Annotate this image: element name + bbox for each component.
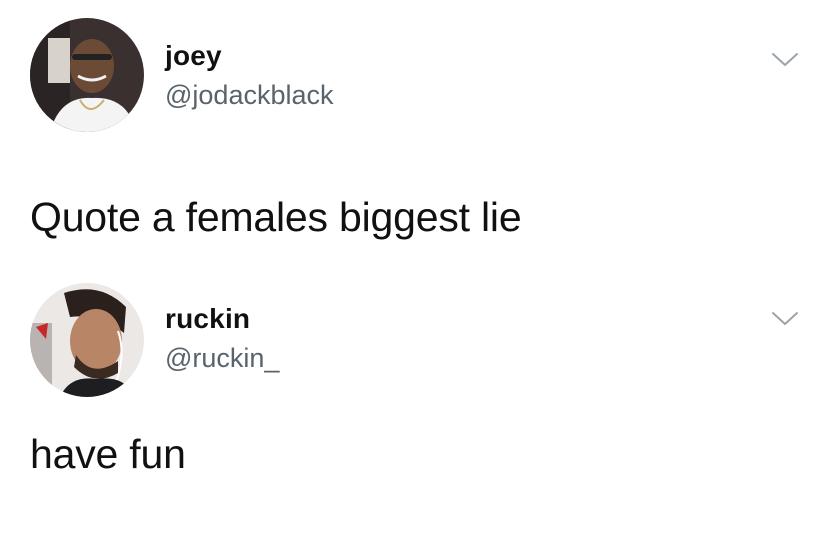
tweet-text: Quote a females biggest lie <box>30 194 522 240</box>
chevron-down-icon[interactable] <box>770 310 800 328</box>
avatar[interactable] <box>30 283 144 397</box>
avatar-image <box>30 283 144 397</box>
display-name[interactable]: ruckin <box>165 303 250 335</box>
chevron-down-icon[interactable] <box>770 51 800 69</box>
user-handle[interactable]: @jodackblack <box>165 80 334 111</box>
avatar-image <box>30 18 144 132</box>
display-name[interactable]: joey <box>165 40 222 72</box>
user-handle[interactable]: @ruckin_ <box>165 343 279 374</box>
tweet-text: have fun <box>30 431 186 477</box>
avatar[interactable] <box>30 18 144 132</box>
